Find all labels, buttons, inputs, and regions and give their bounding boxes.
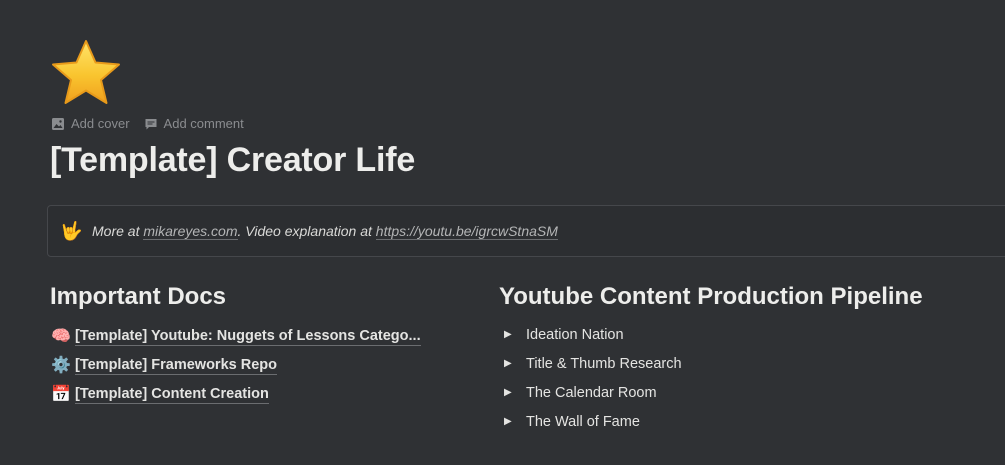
pipeline-heading: Youtube Content Production Pipeline: [499, 283, 923, 310]
brain-icon: 🧠: [51, 327, 71, 345]
pipeline-toggle-list: ▶ Ideation Nation ▶ Title & Thumb Resear…: [502, 320, 682, 436]
important-docs-heading: Important Docs: [50, 283, 227, 310]
callout-block[interactable]: 🤟 More at mikareyes.com. Video explanati…: [47, 205, 1005, 257]
add-comment-button[interactable]: Add comment: [144, 116, 244, 131]
toggle-label: Title & Thumb Research: [526, 355, 682, 372]
doc-link-frameworks-repo[interactable]: ⚙️ [Template] Frameworks Repo: [51, 351, 421, 380]
gear-icon: ⚙️: [51, 356, 71, 374]
important-docs-list: 🧠 [Template] Youtube: Nuggets of Lessons…: [51, 322, 421, 409]
calendar-icon: 📅: [51, 385, 71, 403]
toggle-ideation-nation[interactable]: ▶ Ideation Nation: [502, 320, 682, 349]
toggle-triangle-icon[interactable]: ▶: [502, 329, 526, 340]
youtube-link[interactable]: https://youtu.be/igrcwStnaSM: [375, 223, 558, 240]
toggle-wall-of-fame[interactable]: ▶ The Wall of Fame: [502, 407, 682, 436]
add-cover-label: Add cover: [71, 116, 130, 131]
star-icon[interactable]: [49, 38, 123, 108]
callout-middle: . Video explanation at: [237, 223, 376, 239]
callout-text: More at mikareyes.com. Video explanation…: [92, 223, 558, 240]
callout-prefix: More at: [92, 223, 144, 239]
mikareyes-link[interactable]: mikareyes.com: [143, 223, 238, 240]
doc-link-youtube-nuggets[interactable]: 🧠 [Template] Youtube: Nuggets of Lessons…: [51, 322, 421, 351]
doc-link-label: [Template] Content Creation: [75, 385, 269, 404]
toggle-label: The Calendar Room: [526, 384, 657, 401]
add-comment-label: Add comment: [163, 116, 244, 131]
rock-hand-icon[interactable]: 🤟: [60, 222, 84, 240]
toggle-label: The Wall of Fame: [526, 413, 640, 430]
toggle-label: Ideation Nation: [526, 326, 624, 343]
doc-link-content-creation[interactable]: 📅 [Template] Content Creation: [51, 380, 421, 409]
page-actions: Add cover Add comment: [51, 116, 244, 131]
doc-link-label: [Template] Frameworks Repo: [75, 356, 277, 375]
page-title[interactable]: [Template] Creator Life: [50, 141, 415, 180]
add-cover-button[interactable]: Add cover: [51, 116, 130, 131]
doc-link-label: [Template] Youtube: Nuggets of Lessons C…: [75, 327, 421, 346]
comment-icon: [144, 117, 158, 131]
toggle-triangle-icon[interactable]: ▶: [502, 358, 526, 369]
image-icon: [51, 117, 65, 131]
toggle-calendar-room[interactable]: ▶ The Calendar Room: [502, 378, 682, 407]
toggle-title-thumb-research[interactable]: ▶ Title & Thumb Research: [502, 349, 682, 378]
toggle-triangle-icon[interactable]: ▶: [502, 416, 526, 427]
toggle-triangle-icon[interactable]: ▶: [502, 387, 526, 398]
